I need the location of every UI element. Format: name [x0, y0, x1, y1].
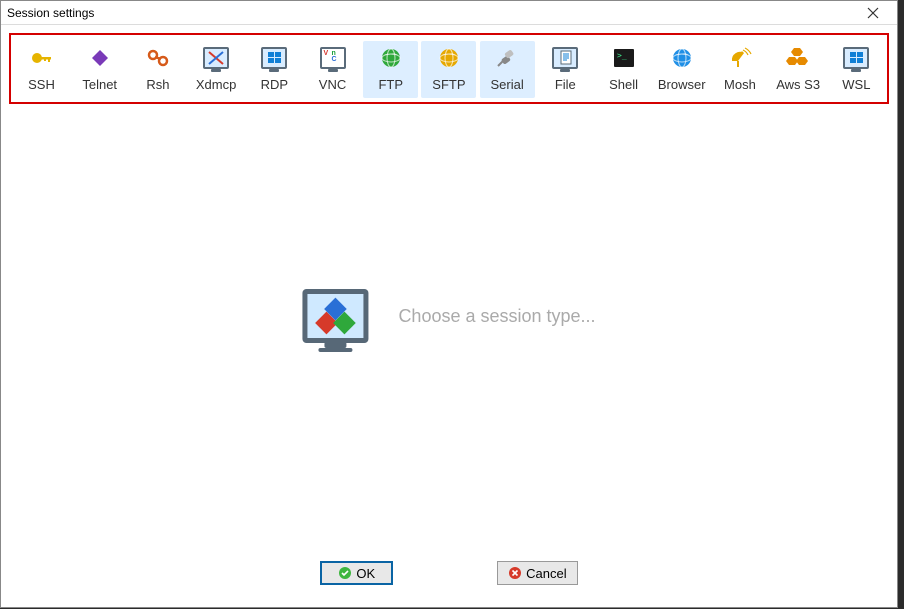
session-type-label: File	[555, 77, 576, 92]
session-type-toolbar: SSH Telnet Rsh Xdmcp RDP VCn VNC FTP SFTP Serial F…	[9, 33, 889, 104]
session-type-label: VNC	[319, 77, 346, 92]
session-illustration	[302, 289, 368, 343]
session-type-label: Xdmcp	[196, 77, 236, 92]
session-type-label: Rsh	[146, 77, 169, 92]
close-icon	[867, 7, 879, 19]
session-type-label: Mosh	[724, 77, 756, 92]
session-type-wsl[interactable]: WSL	[829, 41, 884, 98]
globe-icon	[435, 45, 463, 71]
session-type-telnet[interactable]: Telnet	[72, 41, 127, 98]
session-settings-dialog: Session settings SSH Telnet Rsh Xdmcp RDP VCn…	[0, 0, 898, 608]
titlebar: Session settings	[1, 1, 897, 25]
svg-text:>_: >_	[617, 51, 627, 60]
globe-icon	[668, 45, 696, 71]
session-type-label: Serial	[491, 77, 524, 92]
cancel-button[interactable]: Cancel	[497, 561, 577, 585]
dish-icon	[726, 45, 754, 71]
session-type-file[interactable]: File	[538, 41, 593, 98]
globe-icon	[377, 45, 405, 71]
session-type-label: Telnet	[82, 77, 117, 92]
button-row: OK Cancel	[1, 561, 897, 585]
session-type-label: Shell	[609, 77, 638, 92]
session-type-mosh[interactable]: Mosh	[712, 41, 767, 98]
prompt-text: Choose a session type...	[398, 306, 595, 327]
session-type-label: RDP	[261, 77, 288, 92]
center-prompt-area: Choose a session type...	[302, 289, 595, 343]
session-type-label: FTP	[378, 77, 403, 92]
session-type-sftp[interactable]: SFTP	[421, 41, 476, 98]
monitor-icon	[302, 289, 368, 343]
plug-icon	[493, 45, 521, 71]
vnc-monitor-icon: VCn	[319, 45, 347, 71]
session-type-vnc[interactable]: VCn VNC	[305, 41, 360, 98]
content-area: SSH Telnet Rsh Xdmcp RDP VCn VNC FTP SFTP Serial F…	[1, 25, 897, 607]
terminal-icon: >_	[610, 45, 638, 71]
key-icon	[28, 45, 56, 71]
session-type-rdp[interactable]: RDP	[247, 41, 302, 98]
session-type-serial[interactable]: Serial	[480, 41, 535, 98]
cubes-icon	[318, 301, 352, 331]
x-monitor-icon	[202, 45, 230, 71]
window-title: Session settings	[7, 6, 94, 20]
session-type-browser[interactable]: Browser	[654, 41, 709, 98]
win-monitor-icon	[842, 45, 870, 71]
close-button[interactable]	[853, 1, 893, 24]
cross-icon	[508, 566, 522, 580]
session-type-label: Aws S3	[776, 77, 820, 92]
win-monitor-icon	[260, 45, 288, 71]
doc-monitor-icon	[551, 45, 579, 71]
diamond-icon	[86, 45, 114, 71]
session-type-ssh[interactable]: SSH	[14, 41, 69, 98]
hex-icon	[784, 45, 812, 71]
session-type-shell[interactable]: >_ Shell	[596, 41, 651, 98]
session-type-awss3[interactable]: Aws S3	[771, 41, 826, 98]
check-icon	[338, 566, 352, 580]
session-type-label: SFTP	[432, 77, 465, 92]
session-type-label: SSH	[28, 77, 55, 92]
session-type-rsh[interactable]: Rsh	[130, 41, 185, 98]
session-type-label: WSL	[842, 77, 870, 92]
ok-button[interactable]: OK	[320, 561, 393, 585]
cancel-label: Cancel	[526, 566, 566, 581]
link-icon	[144, 45, 172, 71]
session-type-xdmcp[interactable]: Xdmcp	[189, 41, 244, 98]
session-type-ftp[interactable]: FTP	[363, 41, 418, 98]
ok-label: OK	[356, 566, 375, 581]
session-type-label: Browser	[658, 77, 706, 92]
